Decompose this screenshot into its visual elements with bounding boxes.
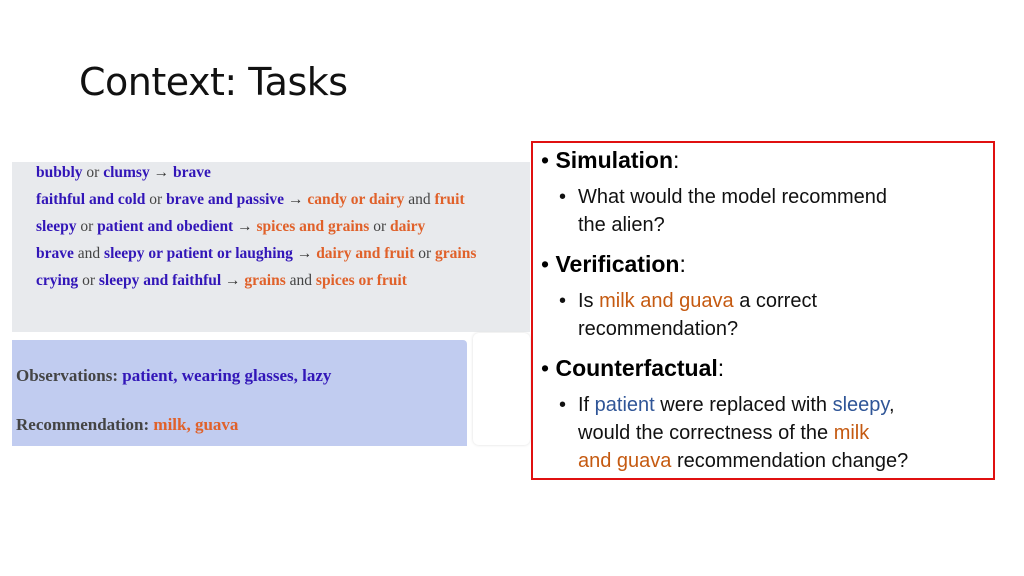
connector: or <box>414 245 436 262</box>
bullet-icon: • <box>541 251 556 277</box>
task-simulation-detail: • What would the model recommend the ali… <box>559 183 888 239</box>
task-simulation: • Simulation: <box>541 147 679 174</box>
food-term: grains <box>244 272 286 289</box>
text-line: would the correctness of the milk <box>578 419 908 447</box>
text-line: recommendation? <box>578 318 739 340</box>
sub-bullet-icon: • <box>559 186 567 208</box>
arrow-icon: → <box>221 272 245 289</box>
arrow-icon: → <box>149 164 173 181</box>
arrow-icon: → <box>233 218 257 235</box>
trait-term: patient and obedient <box>97 218 234 235</box>
text-line: Is milk and guava a correct <box>578 287 817 315</box>
connector: or <box>145 191 167 208</box>
food-term: spices and grains <box>256 218 370 235</box>
trait-term: sleepy <box>36 218 77 235</box>
food-term: spices or fruit <box>315 272 407 289</box>
trait-term: sleepy and faithful <box>98 272 222 289</box>
rule-line: bubbly or clumsy → brave <box>36 164 211 182</box>
highlight-food: and guava <box>578 450 672 472</box>
food-term: candy or dairy <box>307 191 405 208</box>
text: recommendation change? <box>671 450 909 472</box>
text: If <box>578 394 595 416</box>
rule-line: brave and sleepy or patient or laughing … <box>36 245 476 263</box>
trait-term: brave <box>172 164 211 181</box>
text-line: the alien? <box>578 214 665 236</box>
connector: and <box>73 245 105 262</box>
task-counterfactual: • Counterfactual: <box>541 355 724 382</box>
bullet-icon: • <box>541 355 556 381</box>
trait-term: bubbly <box>36 164 83 181</box>
recommendation-value: milk, guava <box>153 415 239 434</box>
trait-term: sleepy or patient or laughing <box>104 245 293 262</box>
highlight-food: milk and guava <box>599 290 734 312</box>
connector: and <box>404 191 435 208</box>
observations-label: Observations: <box>16 366 118 385</box>
rules-panel: bubbly or clumsy → brave faithful and co… <box>12 162 530 332</box>
observations-value: patient, wearing glasses, lazy <box>122 366 332 385</box>
trait-term: crying <box>36 272 79 289</box>
rule-line: faithful and cold or brave and passive →… <box>36 191 465 209</box>
connector: or <box>78 272 99 289</box>
rule-line: sleepy or patient and obedient → spices … <box>36 218 425 236</box>
sub-bullet-icon: • <box>559 394 567 416</box>
rule-line: crying or sleepy and faithful → grains a… <box>36 272 407 290</box>
food-term: grains <box>435 245 477 262</box>
text: Is <box>578 290 600 312</box>
highlight-trait: sleepy <box>832 394 889 416</box>
recommendation-label: Recommendation: <box>16 415 150 434</box>
task-heading: Simulation <box>555 147 674 173</box>
arrow-icon: → <box>284 191 308 208</box>
connector: and <box>285 272 316 289</box>
text-line: What would the model recommend <box>578 186 888 208</box>
task-counterfactual-detail: • If patient were replaced with sleepy, … <box>559 391 908 475</box>
slide-title: Context: Tasks <box>79 60 348 104</box>
food-term: fruit <box>434 191 465 208</box>
task-verification: • Verification: <box>541 251 686 278</box>
recommendation-line: Recommendation: milk, guava <box>16 415 238 435</box>
card-background <box>473 333 530 445</box>
sub-bullet-icon: • <box>559 290 567 312</box>
tasks-box: • Simulation: • What would the model rec… <box>531 141 995 480</box>
colon: : <box>717 355 725 381</box>
connector: or <box>76 218 98 235</box>
trait-term: brave and passive <box>166 191 285 208</box>
highlight-food: milk <box>833 422 870 444</box>
highlight-trait: patient <box>594 394 655 416</box>
text-line: If patient were replaced with sleepy, <box>578 391 908 419</box>
colon: : <box>679 251 686 277</box>
text: were replaced with <box>654 394 833 416</box>
food-term: dairy <box>390 218 426 235</box>
task-heading: Counterfactual <box>555 355 718 381</box>
text: would the correctness of the <box>578 422 834 444</box>
example-panel: Observations: patient, wearing glasses, … <box>12 340 467 446</box>
task-verification-detail: • Is milk and guava a correct recommenda… <box>559 287 817 343</box>
food-term: dairy and fruit <box>316 245 415 262</box>
trait-term: brave <box>36 245 74 262</box>
text: a correct <box>733 290 818 312</box>
trait-term: clumsy <box>103 164 150 181</box>
observations-line: Observations: patient, wearing glasses, … <box>16 366 331 386</box>
colon: : <box>673 147 680 173</box>
task-heading: Verification <box>555 251 680 277</box>
arrow-icon: → <box>292 245 317 262</box>
connector: or <box>369 218 390 235</box>
connector: or <box>82 164 104 181</box>
bullet-icon: • <box>541 147 556 173</box>
trait-term: faithful and cold <box>36 191 146 208</box>
text-line: and guava recommendation change? <box>578 447 908 475</box>
text: , <box>888 394 895 416</box>
